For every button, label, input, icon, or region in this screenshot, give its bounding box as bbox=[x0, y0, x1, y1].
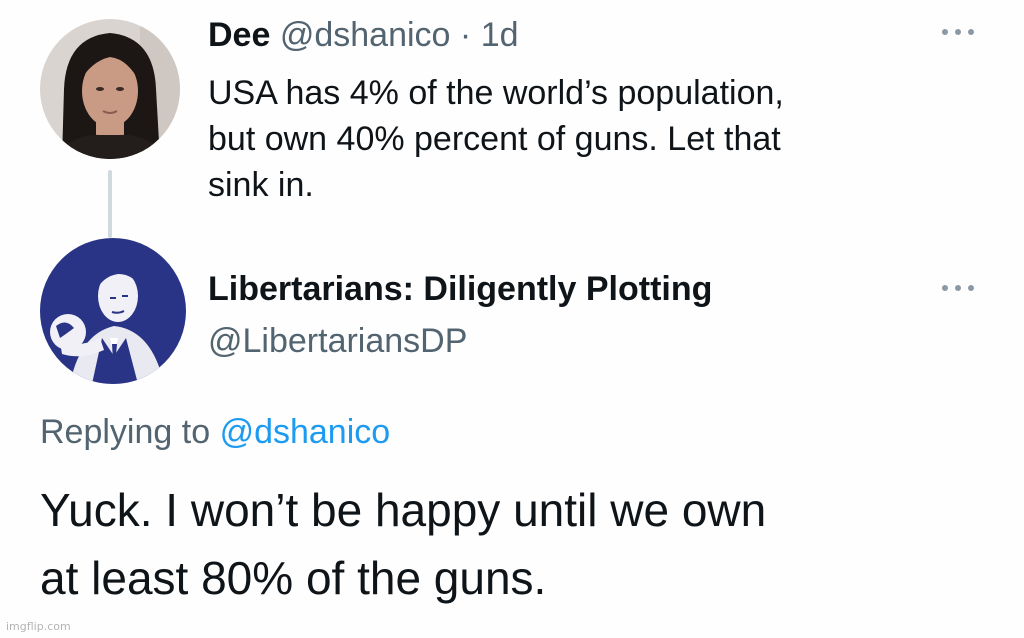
reply-author-handle[interactable]: @LibertariansDP bbox=[208, 320, 467, 362]
tweet-text-line: USA has 4% of the world’s population, bbox=[208, 74, 784, 112]
tweet-text-line: sink in. bbox=[208, 166, 314, 204]
avatar-dee[interactable] bbox=[40, 19, 180, 159]
replying-prefix: Replying to bbox=[40, 413, 211, 451]
tweet-text: USA has 4% of the world’s population, bu… bbox=[208, 70, 968, 208]
reply-text: Yuck. I won’t be happy until we own at l… bbox=[40, 476, 1000, 612]
avatar-dee-image bbox=[40, 19, 180, 159]
author-handle[interactable]: @dshanico bbox=[280, 16, 451, 54]
replying-to: Replying to @dshanico bbox=[40, 410, 390, 454]
thread-connector bbox=[108, 170, 112, 238]
reply-text-line: Yuck. I won’t be happy until we own bbox=[40, 484, 767, 536]
avatar-libertarians-image bbox=[40, 238, 186, 384]
replying-handle-link[interactable]: @dshanico bbox=[220, 413, 391, 451]
watermark: imgflip.com bbox=[6, 620, 71, 633]
reply-text-line: at least 80% of the guns. bbox=[40, 552, 547, 604]
more-options-icon[interactable] bbox=[938, 282, 978, 294]
tweet-text-line: but own 40% percent of guns. Let that bbox=[208, 120, 781, 158]
author-name[interactable]: Dee bbox=[208, 16, 270, 54]
tweet-screenshot: Dee @dshanico · 1d USA has 4% of the wor… bbox=[0, 0, 1024, 638]
more-options-icon[interactable] bbox=[938, 26, 978, 38]
tweet-time[interactable]: 1d bbox=[481, 16, 519, 54]
avatar-libertarians[interactable] bbox=[40, 238, 186, 384]
meta-separator: · bbox=[459, 16, 472, 54]
reply-author-name[interactable]: Libertarians: Diligently Plotting bbox=[208, 268, 712, 310]
tweet-header: Dee @dshanico · 1d bbox=[208, 14, 519, 56]
